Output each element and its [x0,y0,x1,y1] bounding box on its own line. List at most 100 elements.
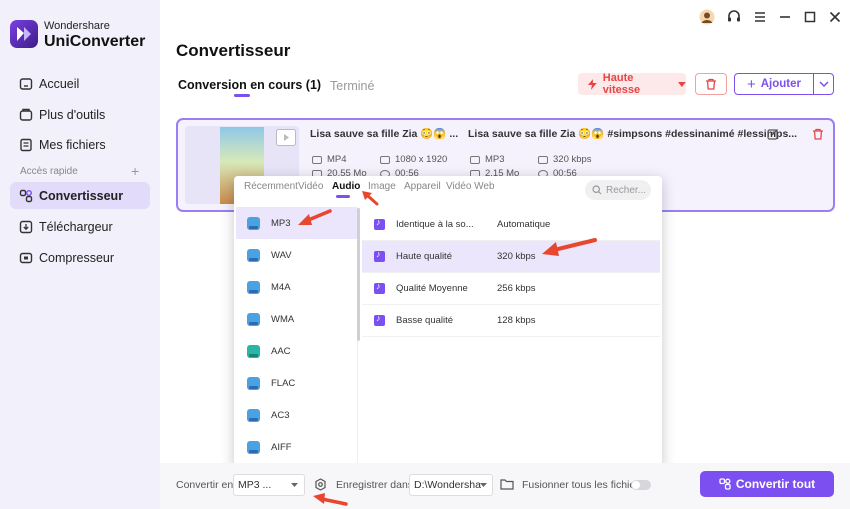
tab-conversion-en-cours[interactable]: Conversion en cours (1) [178,78,321,92]
merge-files-toggle[interactable] [631,480,651,490]
convert-to-label: Convertir en [176,479,234,491]
audio-quality-icon [374,281,385,294]
video-clip-icon [276,129,296,146]
format-item-aac[interactable]: AAC [236,335,357,367]
converter-icon [19,189,33,202]
quality-item-moyenne[interactable]: Qualité Moyenne 256 kbps [362,273,660,305]
quality-item-haute[interactable]: Haute qualité 320 kbps [362,241,660,273]
source-format-value: MP4 [327,154,347,165]
target-format: MP3 [470,154,505,165]
save-to-value: D:\Wondersha [414,479,481,491]
app-logo [10,20,38,48]
high-speed-button[interactable]: Haute vitesse [578,72,686,96]
format-item-ac3[interactable]: AC3 [236,399,357,431]
download-icon [19,220,33,233]
sidebar-item-compresseur[interactable]: Compresseur [10,244,150,271]
support-headset-icon[interactable] [726,9,742,25]
format-search-input[interactable]: Recher... [585,180,651,200]
format-list-scrollbar[interactable] [357,208,360,341]
tab-audio[interactable]: Audio [332,181,360,192]
source-resolution-value: 1080 x 1920 [395,154,448,165]
compress-icon [19,252,33,263]
edit-icon[interactable] [767,128,779,140]
quality-item-basse[interactable]: Basse qualité 128 kbps [362,305,660,337]
sidebar-item-label: Compresseur [39,250,115,265]
search-placeholder: Recher... [606,184,647,196]
audio-quality-icon [374,217,385,230]
wma-format-icon [247,312,260,326]
convert-to-select[interactable]: MP3 ... [233,474,305,496]
quality-name: Basse qualité [396,315,454,326]
quality-name: Qualité Moyenne [396,283,468,294]
tab-recemment[interactable]: Récemment [244,181,298,192]
format-item-m4a[interactable]: M4A [236,271,357,303]
high-speed-label: Haute vitesse [602,72,641,96]
maximize-icon[interactable] [802,9,818,25]
home-icon [19,77,33,90]
annotation-arrow-icon [313,493,348,506]
sidebar-item-label: Téléchargeur [39,219,113,234]
quality-name: Haute qualité [396,251,452,262]
tab-appareil[interactable]: Appareil [404,181,441,192]
convert-all-label: Convertir tout [735,477,816,491]
minimize-icon[interactable] [777,9,793,25]
menu-icon[interactable] [752,9,768,25]
folder-icon[interactable] [500,478,514,490]
target-file-name: Lisa sauve sa fille Zia 😳😱 #simpsons #de… [468,128,798,140]
convert-all-button[interactable]: Convertir tout [700,471,834,497]
convert-to-value: MP3 ... [238,479,272,491]
add-quick-access-button[interactable]: + [131,163,139,179]
close-icon[interactable] [827,9,843,25]
target-bitrate: 320 kbps [538,154,592,165]
sidebar-item-label: Accueil [39,76,80,91]
sidebar-item-mes-fichiers[interactable]: Mes fichiers [10,131,150,158]
tab-termine[interactable]: Terminé [330,79,374,93]
format-label: MP3 [271,217,291,229]
sidebar-item-plus-outils[interactable]: Plus d'outils [10,101,150,128]
add-options-dropdown[interactable] [814,81,833,87]
tab-video[interactable]: Vidéo [298,181,323,192]
tab-video-web[interactable]: Vidéo Web [446,181,495,192]
format-label: AIFF [271,441,292,453]
add-files-button[interactable]: + Ajouter [734,73,834,95]
format-label: FLAC [271,377,296,389]
delete-file-icon[interactable] [812,128,824,140]
section-label-quick-access: Accès rapide [20,166,78,177]
trash-icon [706,78,716,90]
target-bitrate-value: 320 kbps [553,154,592,165]
add-label: Ajouter [760,78,801,90]
sidebar-item-convertisseur[interactable]: Convertisseur [10,182,150,209]
format-item-flac[interactable]: FLAC [236,367,357,399]
format-item-aiff[interactable]: AIFF [236,431,357,463]
tab-active-indicator [234,94,250,97]
search-icon [592,185,602,195]
quality-item-identique[interactable]: Identique à la so... Automatique [362,209,660,241]
format-item-wav[interactable]: WAV [236,239,357,271]
merge-files-label: Fusionner tous les fichiers [522,479,644,491]
account-avatar-icon[interactable] [699,9,715,25]
aiff-format-icon [247,440,260,454]
sidebar-item-accueil[interactable]: Accueil [10,70,150,97]
add-files-main[interactable]: + Ajouter [735,74,813,94]
chevron-down-icon [818,81,829,87]
annotation-arrow-icon [542,238,597,256]
m4a-format-icon [247,280,260,294]
save-to-select[interactable]: D:\Wondersha [409,474,493,496]
brand-company: Wondershare [44,20,110,32]
format-label: WAV [271,249,292,261]
format-item-wma[interactable]: WMA [236,303,357,335]
ac3-format-icon [247,408,260,422]
quality-value: 320 kbps [497,251,536,262]
target-format-value: MP3 [485,154,505,165]
source-file-name: Lisa sauve sa fille Zia 😳😱 ... [310,128,459,140]
settings-icon[interactable] [314,478,327,491]
converter-icon [719,478,731,490]
resolution-icon [380,155,390,164]
annotation-arrow-icon [362,191,379,206]
sidebar-item-label: Mes fichiers [39,137,106,152]
tools-icon [19,108,33,121]
sidebar-item-telechargeur[interactable]: Téléchargeur [10,213,150,240]
caret-down-icon [291,483,298,487]
bitrate-icon [538,155,548,164]
delete-all-button[interactable] [695,73,727,95]
